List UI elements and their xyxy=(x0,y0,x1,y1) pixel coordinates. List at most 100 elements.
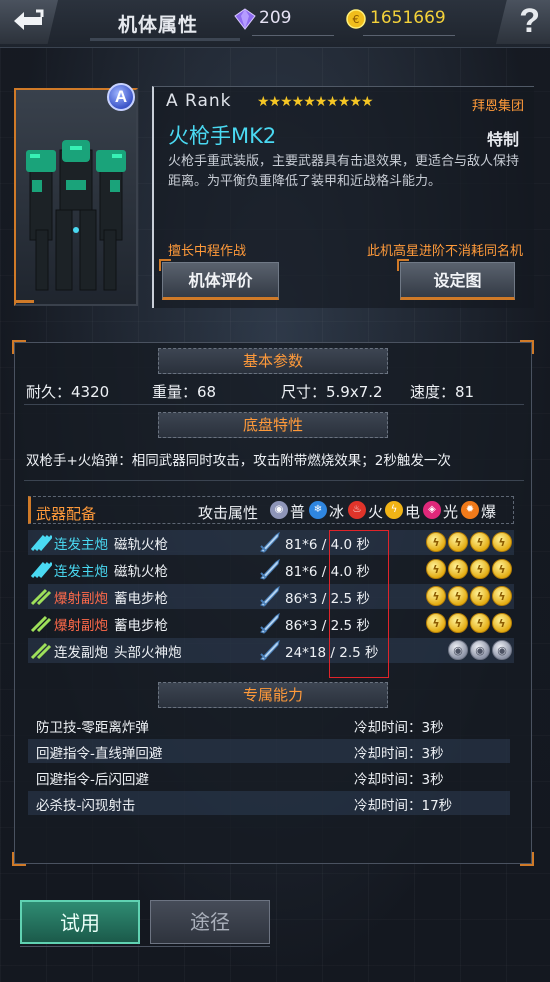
star-rating: ★★★★★★★★★★ xyxy=(257,94,374,110)
divider xyxy=(24,404,524,405)
lightning-coin-icon: ϟ xyxy=(492,532,512,552)
weapon-type: 连发主炮 xyxy=(54,564,108,580)
weapon-name: 头部火神炮 xyxy=(114,645,182,661)
element-coins: ϟ ϟ ϟ ϟ xyxy=(426,586,512,606)
lightning-coin-icon: ϟ xyxy=(426,613,446,633)
weapon-row[interactable]: 爆射副炮 蓄电步枪 86*3 / 2.5 秒 ϟ ϟ ϟ ϟ xyxy=(28,611,514,636)
lightning-icon: ϟ xyxy=(385,501,403,519)
attack-attribute-label: 攻击属性 xyxy=(198,504,259,522)
sword-icon xyxy=(260,558,280,580)
bottom-divider xyxy=(20,946,270,947)
panel-corner xyxy=(520,340,534,354)
panel-corner xyxy=(12,852,26,866)
gem-value: 209 xyxy=(259,8,292,28)
skill-row[interactable]: 回避指令-直线弹回避 冷却时间：3秒 xyxy=(28,739,510,763)
skill-row[interactable]: 回避指令-后闪回避 冷却时间：3秒 xyxy=(28,765,510,789)
skill-name: 必杀技-闪现射击 xyxy=(36,798,136,814)
element-coins: ϟ ϟ ϟ ϟ xyxy=(426,613,512,633)
concept-art-button[interactable]: 设定图 xyxy=(397,259,515,300)
sword-icon xyxy=(260,639,280,661)
skill-name: 防卫技-零距离炸弹 xyxy=(36,720,149,736)
lightning-coin-icon: ϟ xyxy=(426,586,446,606)
rank-badge-icon: A xyxy=(107,83,135,111)
fire-icon: ♨ xyxy=(348,501,366,519)
skill-row[interactable]: 必杀技-闪现射击 冷却时间：17秒 xyxy=(28,791,510,815)
skill-cooldown: 冷却时间：3秒 xyxy=(354,720,444,736)
trial-button[interactable]: 试用 xyxy=(20,900,140,944)
element-coins: ϟ ϟ ϟ ϟ xyxy=(426,559,512,579)
skill-name: 回避指令-直线弹回避 xyxy=(36,746,163,762)
burst-fire-icon xyxy=(30,642,52,660)
rapid-fire-icon xyxy=(30,562,52,578)
skill-cooldown: 冷却时间：3秒 xyxy=(354,772,444,788)
rapid-fire-icon xyxy=(30,535,52,551)
ice-icon: ❄ xyxy=(309,501,327,519)
title-underline xyxy=(90,38,240,41)
mech-image xyxy=(26,140,126,291)
gem-icon xyxy=(234,8,256,30)
explosion-icon: ✹ xyxy=(461,501,479,519)
burst-fire-icon xyxy=(30,615,52,633)
sword-icon xyxy=(260,585,280,607)
weapons-title: 武器配备 xyxy=(36,505,97,523)
skill-row[interactable]: 防卫技-零距离炸弹 冷却时间：3秒 xyxy=(28,713,510,737)
lightning-coin-icon: ϟ xyxy=(492,559,512,579)
lightning-coin-icon: ϟ xyxy=(448,559,468,579)
lightning-coin-icon: ϟ xyxy=(492,613,512,633)
weapon-type: 连发主炮 xyxy=(54,537,108,553)
panel-corner xyxy=(12,340,26,354)
lightning-coin-icon: ϟ xyxy=(448,586,468,606)
chassis-description: 双枪手+火焰弹：相同武器同时攻击，攻击附带燃烧效果；2秒触发一次 xyxy=(26,453,451,469)
highlight-box xyxy=(329,530,389,678)
mech-portrait[interactable] xyxy=(14,88,138,306)
skill-cooldown: 冷却时间：3秒 xyxy=(354,746,444,762)
gold-value: 1651669 xyxy=(370,8,446,28)
divider xyxy=(24,480,524,481)
weapon-name: 蓄电步枪 xyxy=(114,591,168,607)
weapon-row[interactable]: 连发副炮 头部火神炮 24*18 / 2.5 秒 ◉ ◉ ◉ xyxy=(28,638,514,663)
weapon-name: 磁轨火枪 xyxy=(114,537,168,553)
lightning-coin-icon: ϟ xyxy=(426,532,446,552)
normal-coin-icon: ◉ xyxy=(492,640,512,660)
upgrade-note: 此机高星进阶不消耗同名机 xyxy=(366,244,523,259)
rank-label: A Rank xyxy=(166,91,232,111)
speed-stat: 速度：81 xyxy=(410,383,475,401)
light-icon: ◈ xyxy=(423,501,441,519)
faction-label: 拜恩集团 xyxy=(471,99,524,114)
weapon-name: 磁轨火枪 xyxy=(114,564,168,580)
svg-text:€: € xyxy=(353,13,360,26)
durability-stat: 耐久：4320 xyxy=(26,383,110,401)
chassis-header: 底盘特性 xyxy=(158,412,388,438)
mech-type: 特制 xyxy=(486,130,519,149)
weapon-name: 蓄电步枪 xyxy=(114,618,168,634)
back-arrow-icon xyxy=(14,9,44,30)
sword-icon xyxy=(260,531,280,553)
normal-coin-icon: ◉ xyxy=(470,640,490,660)
weapon-row[interactable]: 爆射副炮 蓄电步枪 86*3 / 2.5 秒 ϟ ϟ ϟ ϟ xyxy=(28,584,514,609)
mech-review-button[interactable]: 机体评价 xyxy=(159,259,279,300)
exclusive-abilities-header: 专属能力 xyxy=(158,682,388,708)
gold-counter: € 1651669 xyxy=(345,6,455,36)
lightning-coin-icon: ϟ xyxy=(470,532,490,552)
lightning-coin-icon: ϟ xyxy=(448,532,468,552)
skill-name: 回避指令-后闪回避 xyxy=(36,772,149,788)
element-coins: ϟ ϟ ϟ ϟ xyxy=(426,532,512,552)
page-title: 机体属性 xyxy=(118,14,199,36)
gem-underline xyxy=(252,35,334,36)
normal-coin-icon: ◉ xyxy=(448,640,468,660)
size-stat: 尺寸：5.9x7.2 xyxy=(281,383,383,401)
lightning-coin-icon: ϟ xyxy=(470,586,490,606)
portrait-corner-accent xyxy=(14,300,34,303)
gem-counter: 209 xyxy=(234,6,334,36)
help-icon: ? xyxy=(519,2,540,40)
lightning-coin-icon: ϟ xyxy=(470,613,490,633)
panel-corner xyxy=(520,852,534,866)
weapon-row[interactable]: 连发主炮 磁轨火枪 81*6 / 4.0 秒 ϟ ϟ ϟ ϟ xyxy=(28,557,514,582)
weapon-type: 连发副炮 xyxy=(54,645,108,661)
weapon-row[interactable]: 连发主炮 磁轨火枪 81*6 / 4.0 秒 ϟ ϟ ϟ ϟ xyxy=(28,530,514,555)
gold-coin-icon: € xyxy=(346,9,366,29)
weapon-type: 爆射副炮 xyxy=(54,618,108,634)
basic-params-header: 基本参数 xyxy=(158,348,388,374)
source-button[interactable]: 途径 xyxy=(150,900,270,944)
gold-underline xyxy=(363,35,455,36)
